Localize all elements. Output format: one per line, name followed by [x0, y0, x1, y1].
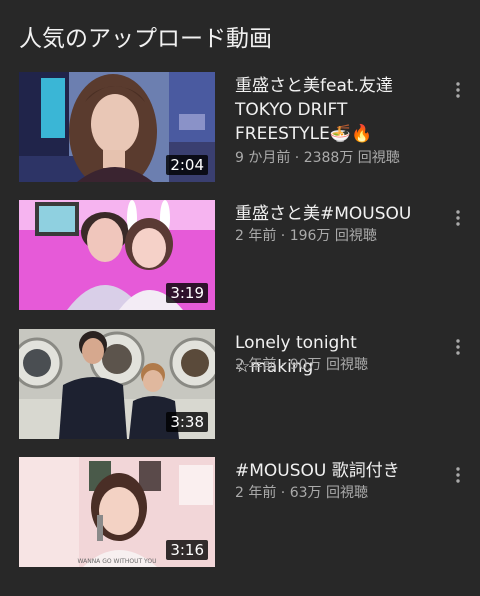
video-item-1[interactable]: 2:04 重盛さと美feat.友達 TOKYO DRIFT FREESTYLE🍜…: [0, 72, 480, 182]
video-thumbnail-2[interactable]: 3:19: [19, 200, 215, 310]
popular-uploads-section: 人気のアップロード動画 2:04 重盛さと美feat.友達 TOKYO DRIF…: [0, 0, 480, 596]
video-title[interactable]: #MOUSOU 歌詞付き: [235, 459, 435, 483]
video-thumbnail-1[interactable]: 2:04: [19, 72, 215, 182]
video-duration: 3:19: [166, 283, 208, 303]
more-options-icon[interactable]: [446, 463, 470, 487]
video-thumbnail-4[interactable]: WANNA GO WITHOUT YOU 3:16: [19, 457, 215, 567]
video-item-4[interactable]: WANNA GO WITHOUT YOU 3:16 #MOUSOU 歌詞付き 2…: [0, 457, 480, 567]
section-title: 人気のアップロード動画: [19, 26, 272, 52]
video-title[interactable]: 重盛さと美feat.友達 TOKYO DRIFT FREESTYLE🍜🔥: [235, 74, 435, 146]
video-meta: 2 年前 · 196万 回視聴: [235, 228, 377, 244]
thumbnail-caption: WANNA GO WITHOUT YOU: [78, 558, 157, 565]
video-meta: 2 年前 · 63万 回視聴: [235, 485, 368, 501]
more-options-icon[interactable]: [446, 206, 470, 230]
video-duration: 2:04: [166, 155, 208, 175]
video-duration: 3:16: [166, 540, 208, 560]
video-title[interactable]: 重盛さと美#MOUSOU: [235, 202, 435, 226]
video-thumbnail-3[interactable]: 3:38: [19, 329, 215, 439]
video-meta: 2 年前 · 90万 回視聴: [235, 357, 368, 373]
video-item-3[interactable]: 3:38 Lonely tonight ☆making 2 年前 · 90万 回…: [0, 329, 480, 439]
video-item-2[interactable]: 3:19 重盛さと美#MOUSOU 2 年前 · 196万 回視聴: [0, 200, 480, 310]
more-options-icon[interactable]: [446, 78, 470, 102]
video-meta: 9 か月前 · 2388万 回視聴: [235, 150, 400, 166]
more-options-icon[interactable]: [446, 335, 470, 359]
video-duration: 3:38: [166, 412, 208, 432]
